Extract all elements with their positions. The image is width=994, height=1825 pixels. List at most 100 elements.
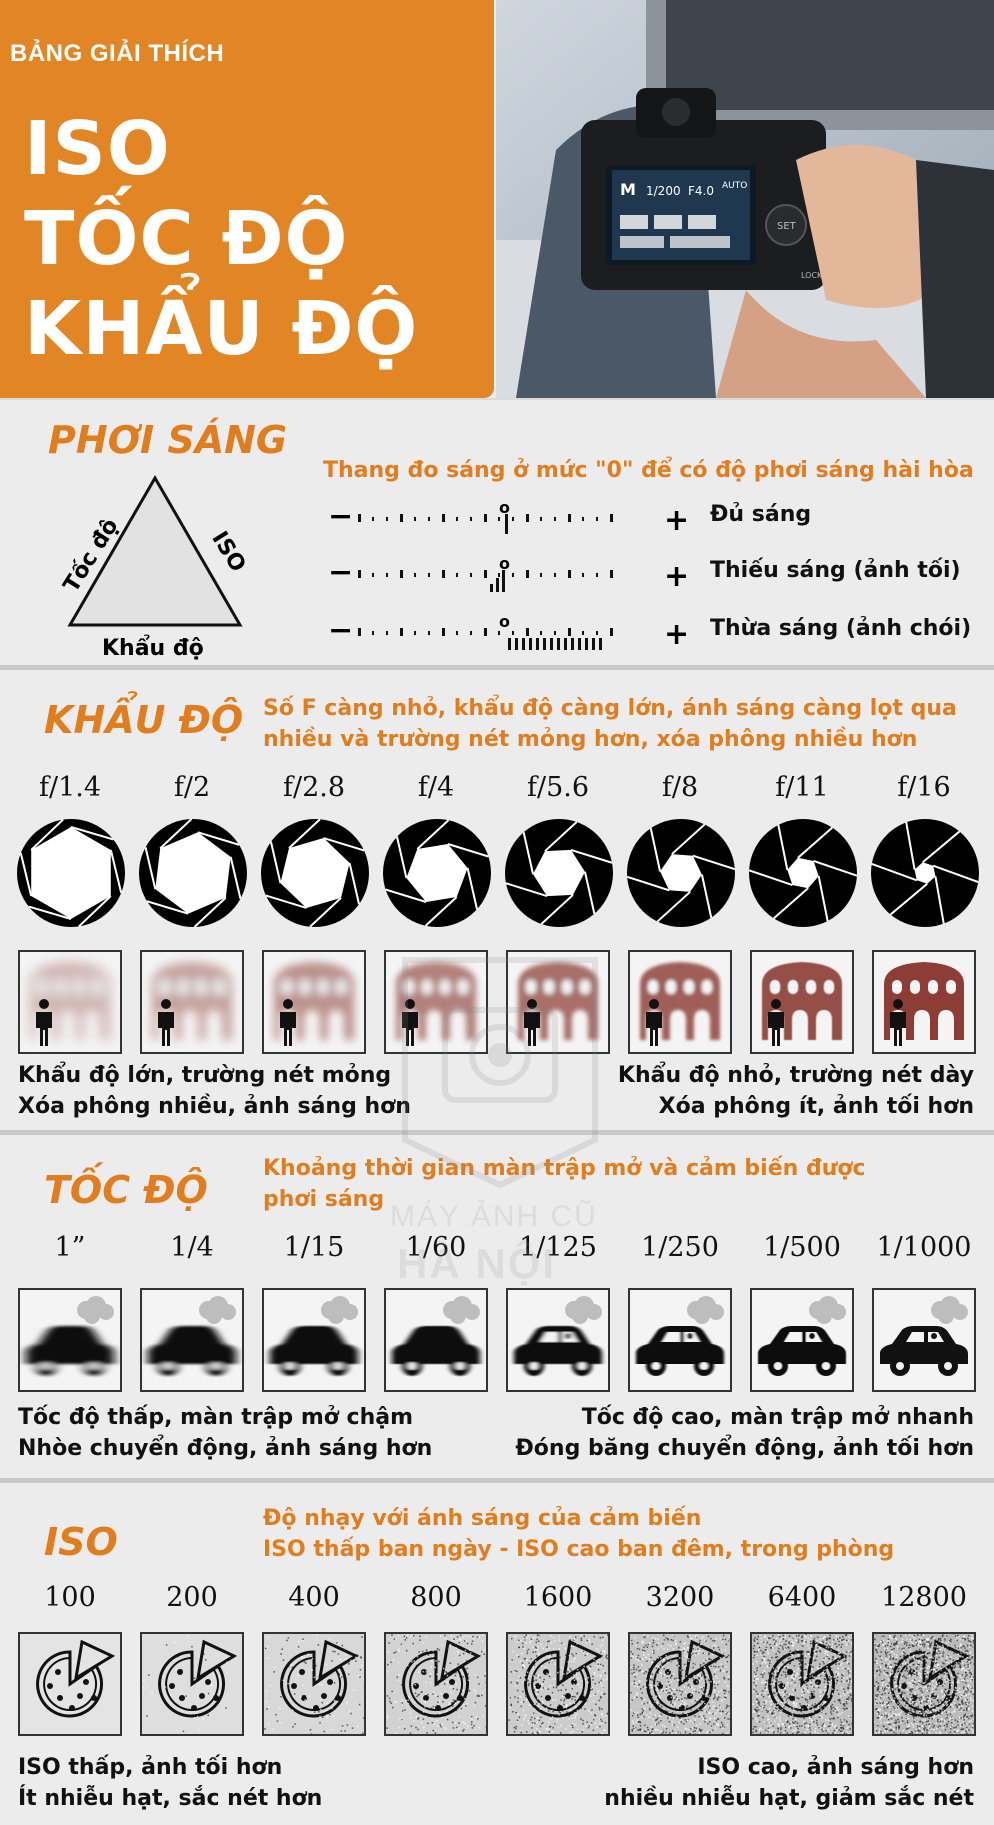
iso-value-label: 200 <box>166 1582 218 1613</box>
camera-wb: AUTO <box>722 181 747 191</box>
iso-value-label: 12800 <box>881 1582 967 1613</box>
car-icon <box>636 1296 724 1376</box>
camera-set-button: SET <box>777 221 797 232</box>
colosseum-person-icon <box>30 962 110 1046</box>
shutter-caption-left-2: Nhòe chuyển động, ảnh sáng hơn <box>18 1436 433 1461</box>
motion-blur-sample <box>262 1288 366 1392</box>
noise-sample <box>262 1632 366 1736</box>
motion-blur-sample <box>872 1288 976 1392</box>
colosseum-person-icon <box>884 962 964 1046</box>
shutter-title: TỐC ĐỘ <box>44 1168 208 1212</box>
pizza-icon <box>264 1634 364 1734</box>
aperture-stop-label: f/2 <box>173 772 211 803</box>
aperture-divider <box>0 1130 994 1135</box>
iso-desc-line-2: ISO thấp ban ngày - ISO cao ban đêm, tro… <box>263 1537 895 1562</box>
noise-sample <box>506 1632 610 1736</box>
meter-plus: + <box>664 559 689 594</box>
colosseum-person-icon <box>396 962 476 1046</box>
header-banner: BẢNG GIẢI THÍCH ISO TỐC ĐỘ KHẨU ĐỘ M 1/2… <box>0 0 994 398</box>
depth-of-field-sample <box>140 950 244 1054</box>
motion-blur-sample <box>750 1288 854 1392</box>
noise-sample <box>750 1632 854 1736</box>
noise-sample <box>140 1632 244 1736</box>
aperture-blade-icon <box>261 818 369 928</box>
motion-blur-sample <box>506 1288 610 1392</box>
aperture-stop-label: f/8 <box>661 772 699 803</box>
noise-sample <box>384 1632 488 1736</box>
depth-of-field-sample <box>262 950 366 1054</box>
shutter-desc-line-1: Khoảng thời gian màn trập mở và cảm biến… <box>263 1156 866 1181</box>
meter-zero-mark: o <box>499 614 510 631</box>
motion-blur-sample <box>628 1288 732 1392</box>
car-icon <box>392 1296 480 1376</box>
shutter-speed-label: 1/500 <box>763 1232 841 1263</box>
depth-of-field-sample <box>18 950 122 1054</box>
shutter-speed-label: 1/4 <box>170 1232 214 1263</box>
triangle-label-aperture: Khẩu độ <box>102 635 204 660</box>
camera-photo: M 1/200 F4.0 AUTO SET LOCK <box>496 0 994 398</box>
meter-label: Đủ sáng <box>710 502 812 527</box>
aperture-blade-icon <box>626 819 736 927</box>
shutter-divider <box>0 1478 994 1483</box>
car-icon <box>148 1296 236 1376</box>
meter-label: Thiếu sáng (ảnh tối) <box>710 558 961 583</box>
depth-of-field-sample <box>750 950 854 1054</box>
aperture-blade-icon <box>383 819 491 927</box>
noise-sample <box>628 1632 732 1736</box>
header-title-shutter: TỐC ĐỘ <box>24 196 349 282</box>
shutter-speed-label: 1/250 <box>641 1232 719 1263</box>
shutter-speed-label: 1” <box>54 1232 86 1263</box>
exposure-triangle: Tốc độ ISO Khẩu độ <box>59 475 250 660</box>
shutter-speed-label: 1/15 <box>283 1232 345 1263</box>
header-divider <box>0 398 994 400</box>
pizza-icon <box>874 1634 974 1734</box>
noise-sample <box>18 1632 122 1736</box>
car-icon <box>26 1296 114 1376</box>
colosseum-person-icon <box>152 962 232 1046</box>
aperture-blade-icon <box>139 818 247 928</box>
iso-caption-right-1: ISO cao, ảnh sáng hơn <box>697 1755 974 1780</box>
aperture-stop-label: f/11 <box>775 772 829 803</box>
aperture-caption-right-1: Khẩu độ nhỏ, trường nét dày <box>617 1063 974 1088</box>
light-meter-scale: − o + <box>328 500 689 538</box>
aperture-caption-left-2: Xóa phông nhiều, ảnh sáng hơn <box>18 1094 411 1119</box>
meter-minus: − <box>328 556 353 590</box>
colosseum-person-icon <box>762 962 842 1046</box>
colosseum-person-icon <box>518 962 598 1046</box>
car-icon <box>270 1296 358 1376</box>
colosseum-person-icon <box>274 962 354 1046</box>
aperture-stop-label: f/4 <box>417 772 455 803</box>
car-icon <box>514 1296 602 1376</box>
depth-of-field-sample <box>872 950 976 1054</box>
camera-mode: M <box>620 180 636 199</box>
motion-blur-sample <box>18 1288 122 1392</box>
aperture-stop-label: f/16 <box>897 772 951 803</box>
exposure-title: PHƠI SÁNG <box>48 418 288 462</box>
header-title-aperture: KHẨU ĐỘ <box>24 286 419 372</box>
aperture-blade-icon <box>748 819 858 927</box>
pizza-icon <box>752 1634 852 1734</box>
aperture-stop-label: f/1.4 <box>38 772 102 803</box>
light-meter-scale: − o + <box>328 556 689 594</box>
aperture-stop-label: f/2.8 <box>282 772 346 803</box>
header-title-panel: BẢNG GIẢI THÍCH ISO TỐC ĐỘ KHẨU ĐỘ <box>0 0 494 398</box>
shutter-caption-right-1: Tốc độ cao, màn trập mở nhanh <box>581 1405 974 1430</box>
pizza-icon <box>142 1634 242 1734</box>
camera-shutter: 1/200 <box>646 184 681 198</box>
shutter-caption-left-1: Tốc độ thấp, màn trập mở chậm <box>18 1405 414 1430</box>
aperture-caption-right-2: Xóa phông ít, ảnh tối hơn <box>658 1094 974 1119</box>
iso-value-label: 100 <box>44 1582 96 1613</box>
depth-of-field-sample <box>628 950 732 1054</box>
motion-blur-sample <box>140 1288 244 1392</box>
watermark-line-1: MÁY ẢNH CŨ <box>390 1200 598 1233</box>
meter-plus: + <box>664 503 689 538</box>
aperture-desc-line-1: Số F càng nhỏ, khẩu độ càng lớn, ánh sán… <box>263 696 957 721</box>
iso-caption-left-1: ISO thấp, ảnh tối hơn <box>18 1755 283 1780</box>
iso-title: ISO <box>44 1520 118 1564</box>
depth-of-field-sample <box>506 950 610 1054</box>
aperture-blade-icon <box>505 819 613 927</box>
meter-label: Thừa sáng (ảnh chói) <box>710 616 972 641</box>
header-kicker: BẢNG GIẢI THÍCH <box>10 40 225 67</box>
header-title-iso: ISO <box>24 106 171 192</box>
iso-value-label: 3200 <box>645 1582 715 1613</box>
